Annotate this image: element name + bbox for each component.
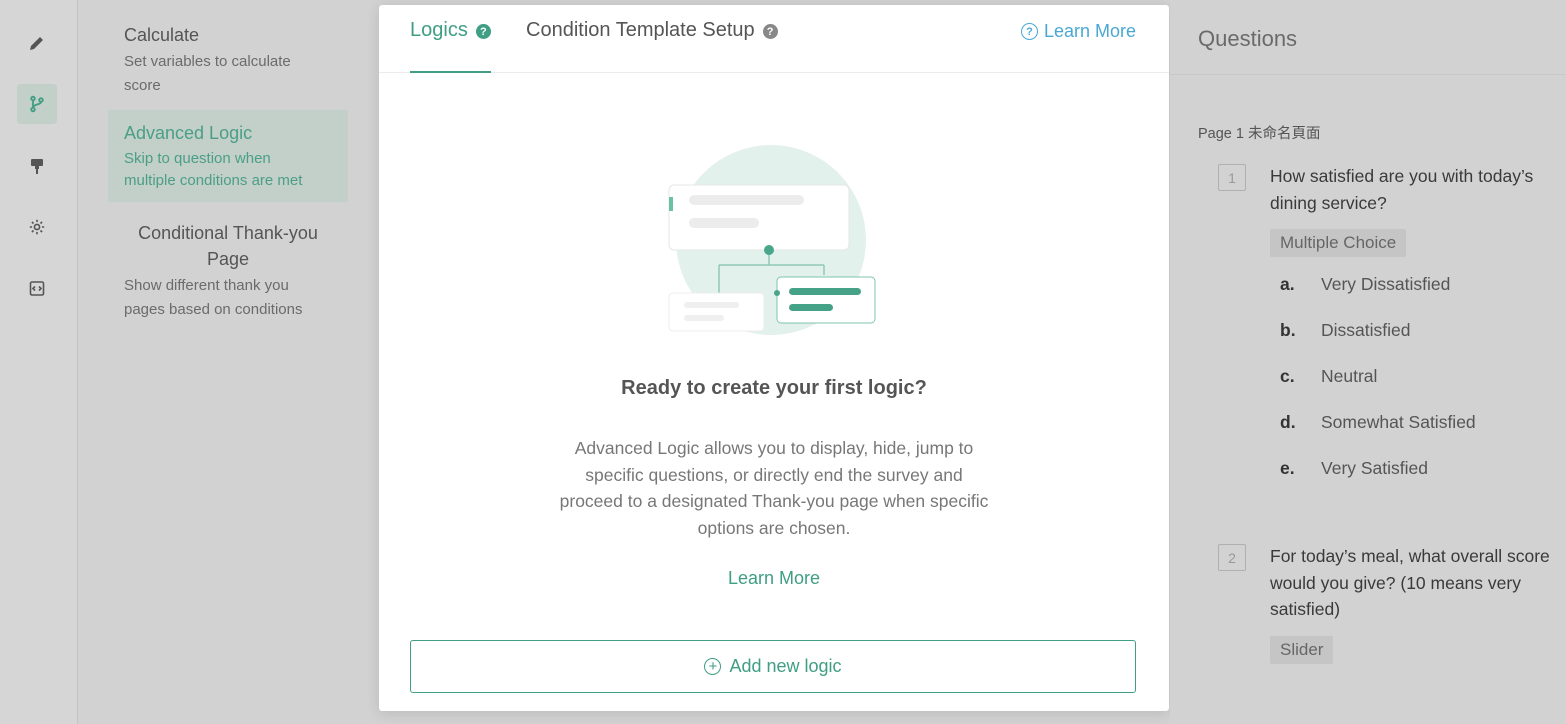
question-circle-icon: ? <box>1020 23 1038 40</box>
learn-more-link-top[interactable]: ? Learn More <box>1020 21 1136 42</box>
logic-flow-illustration <box>668 145 876 335</box>
help-icon[interactable]: ? <box>762 24 778 39</box>
settings-nav-button[interactable] <box>17 207 57 247</box>
tab-label: Condition Template Setup <box>526 19 755 41</box>
edit-nav-button[interactable] <box>17 23 57 63</box>
question-text[interactable]: For today’s meal, what overall score wou… <box>1270 543 1555 623</box>
logic-nav-button[interactable] <box>17 84 57 124</box>
logic-type-advanced-logic[interactable]: Advanced Logic Skip to question when mul… <box>108 110 348 202</box>
empty-state-title: Ready to create your first logic? <box>621 377 927 399</box>
option-item: d. Somewhat Satisfied <box>1280 412 1476 432</box>
question-type-tag: Multiple Choice <box>1270 229 1407 257</box>
add-new-logic-label: Add new logic <box>729 656 842 676</box>
option-item: e. Very Satisfied <box>1280 458 1428 478</box>
logic-type-desc: Skip to question when multiple condition… <box>124 150 303 189</box>
logic-modal: Logics ? Condition Template Setup ? ? Le… <box>379 5 1169 711</box>
learn-more-label: Learn More <box>727 568 821 588</box>
plus-circle-icon: + <box>704 658 722 675</box>
pencil-icon <box>30 37 43 50</box>
question-number-badge: 2 <box>1218 544 1246 571</box>
branch-icon <box>30 95 44 113</box>
page-label: Page 1 未命名頁面 <box>1198 126 1321 142</box>
logic-type-title: Conditional Thank-you Page <box>138 223 318 269</box>
questions-header: Questions <box>1198 26 1298 51</box>
logic-type-title: Calculate <box>124 25 200 45</box>
learn-more-label: Learn More <box>1043 21 1136 41</box>
logic-type-desc: Set variables to calculate score <box>124 53 291 94</box>
questions-panel: Questions Page 1 未命名頁面 1 How satisfied a… <box>1170 0 1566 724</box>
theme-nav-button[interactable] <box>17 146 57 186</box>
logic-type-desc: Show different thank you pages based on … <box>124 277 303 318</box>
divider <box>1170 74 1566 75</box>
embed-nav-button[interactable] <box>17 268 57 308</box>
add-new-logic-button[interactable]: + Add new logic <box>410 640 1136 693</box>
code-icon <box>29 281 45 296</box>
tab-condition-template-setup[interactable]: Condition Template Setup ? <box>526 19 778 73</box>
learn-more-link[interactable]: Learn More <box>379 568 1169 589</box>
logic-type-conditional-thank-you[interactable]: Conditional Thank-you Page Show differen… <box>108 220 348 322</box>
paint-roller-icon <box>31 159 43 174</box>
help-icon[interactable]: ? <box>475 24 491 39</box>
logic-type-calculate[interactable]: Calculate Set variables to calculate sco… <box>108 22 348 98</box>
tab-logics[interactable]: Logics ? <box>410 19 491 73</box>
logic-type-list: Calculate Set variables to calculate sco… <box>78 0 378 724</box>
logic-type-title: Advanced Logic <box>124 123 253 143</box>
question-number-badge: 1 <box>1218 164 1246 191</box>
option-item: a. Very Dissatisfied <box>1280 274 1451 294</box>
gear-icon <box>29 219 45 235</box>
question-text[interactable]: How satisfied are you with today’s dinin… <box>1270 163 1555 216</box>
icon-rail <box>0 0 78 724</box>
tab-label: Logics <box>410 19 468 41</box>
option-item: c. Neutral <box>1280 366 1378 386</box>
question-type-tag: Slider <box>1270 636 1334 664</box>
empty-state-description: Advanced Logic allows you to display, hi… <box>559 438 989 538</box>
option-item: b. Dissatisfied <box>1280 320 1411 340</box>
modal-tab-bar: Logics ? Condition Template Setup ? ? Le… <box>379 5 1169 73</box>
